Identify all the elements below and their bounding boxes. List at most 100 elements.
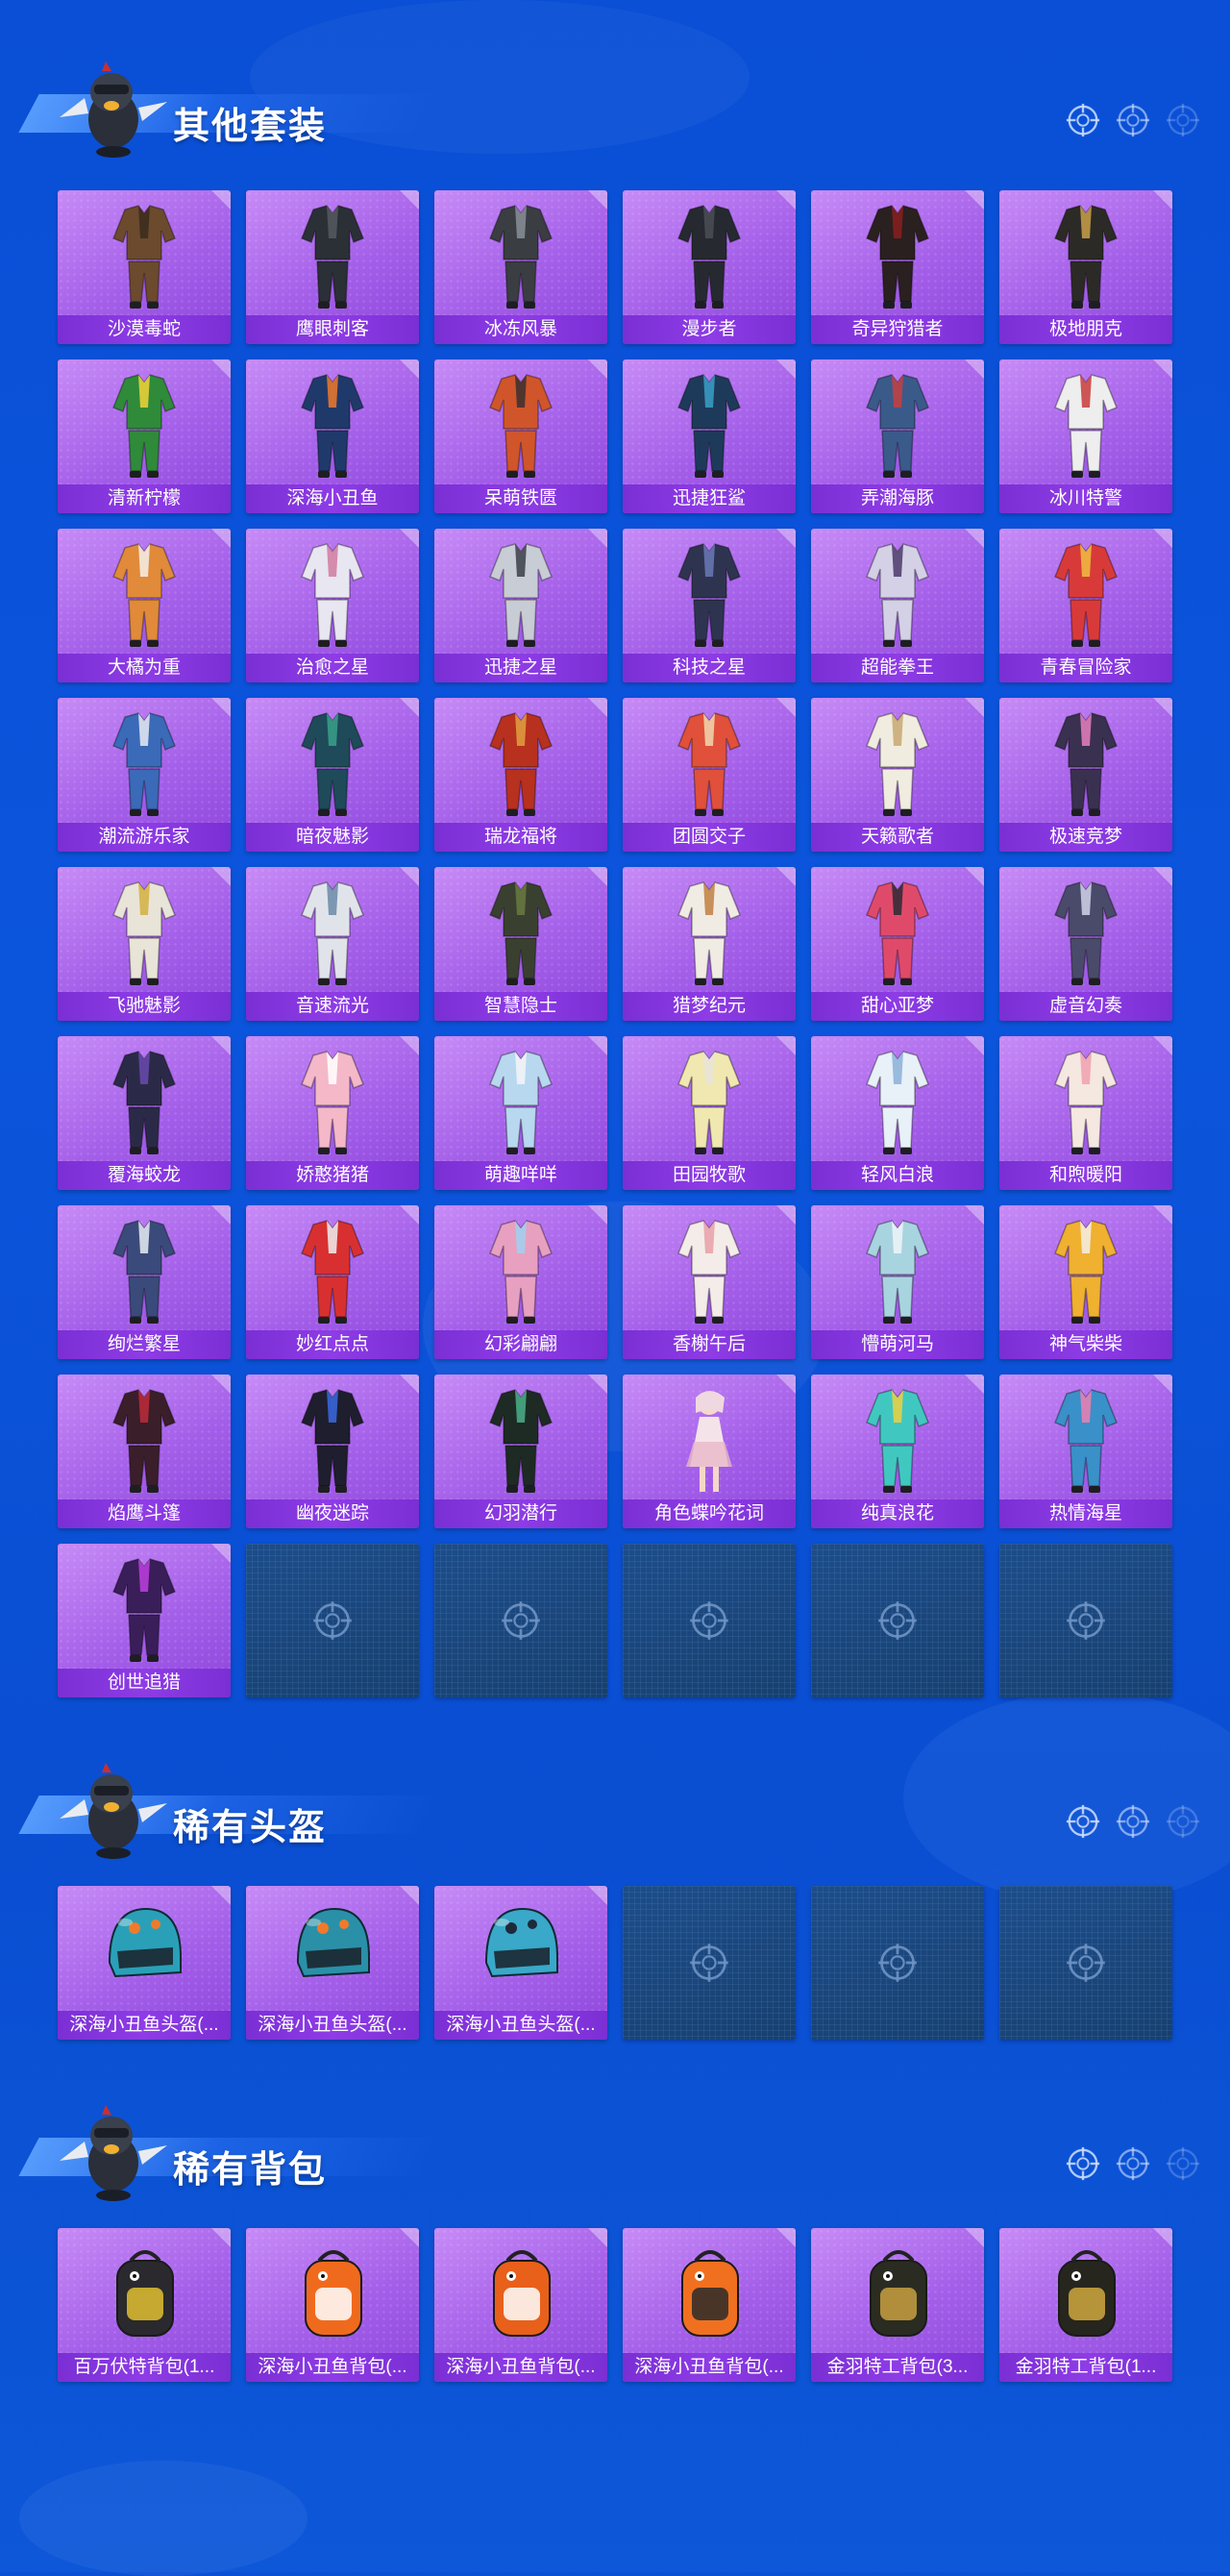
outfit-image (1038, 200, 1134, 313)
item-card[interactable]: 金羽特工背包(3... (811, 2228, 984, 2382)
item-card[interactable]: 香榭午后 (623, 1205, 796, 1359)
item-card[interactable]: 神气柴柴 (999, 1205, 1172, 1359)
item-card[interactable]: 虚音幻奏 (999, 867, 1172, 1021)
crosshair-target-icon (876, 1599, 919, 1642)
item-card[interactable]: 幻羽潜行 (434, 1375, 607, 1528)
item-card[interactable]: 热情海星 (999, 1375, 1172, 1528)
item-card[interactable]: 金羽特工背包(1... (999, 2228, 1172, 2382)
item-name: 深海小丑鱼头盔(... (58, 2011, 231, 2040)
crosshair-target-icon (1065, 2145, 1101, 2182)
item-card[interactable]: 绚烂繁星 (58, 1205, 231, 1359)
item-card[interactable]: 轻风白浪 (811, 1036, 984, 1190)
item-name: 清新柠檬 (58, 484, 231, 513)
item-card[interactable]: 幻彩翩翩 (434, 1205, 607, 1359)
item-card[interactable]: 青春冒险家 (999, 529, 1172, 682)
item-card[interactable]: 漫步者 (623, 190, 796, 344)
item-card[interactable]: 妙红点点 (246, 1205, 419, 1359)
card-corner-decoration (1153, 529, 1172, 548)
card-corner-decoration (965, 2228, 984, 2247)
backpack-image (96, 2238, 192, 2351)
item-card[interactable]: 音速流光 (246, 867, 419, 1021)
item-name: 奇异狩猎者 (811, 315, 984, 344)
backpack-grid: 百万伏特背包(1... 深海小丑鱼背包(... 深海小丑鱼背包(... 深海小丑鱼背包… (58, 2228, 1172, 2382)
item-card[interactable]: 深海小丑鱼头盔(... (58, 1886, 231, 2040)
item-card[interactable]: 猎梦纪元 (623, 867, 796, 1021)
item-card[interactable]: 鹰眼刺客 (246, 190, 419, 344)
item-name: 田园牧歌 (623, 1161, 796, 1190)
item-card[interactable]: 甜心亚梦 (811, 867, 984, 1021)
background-glow (19, 2461, 308, 2576)
card-corner-decoration (588, 359, 607, 379)
item-card[interactable]: 迅捷狂鲨 (623, 359, 796, 513)
item-name: 呆萌铁匮 (434, 484, 607, 513)
item-card[interactable]: 百万伏特背包(1... (58, 2228, 231, 2382)
chicken-mascot-icon (56, 2103, 171, 2209)
item-name: 妙红点点 (246, 1330, 419, 1359)
item-card[interactable]: 沙漠毒蛇 (58, 190, 231, 344)
item-name: 团圆交子 (623, 823, 796, 852)
outfit-image (1038, 538, 1134, 652)
card-corner-decoration (588, 1375, 607, 1394)
chicken-mascot-icon (56, 1761, 171, 1867)
card-corner-decoration (776, 190, 796, 210)
item-card[interactable]: 幽夜迷踪 (246, 1375, 419, 1528)
item-card[interactable]: 科技之星 (623, 529, 796, 682)
outfit-image (661, 200, 757, 313)
item-card[interactable]: 深海小丑鱼头盔(... (434, 1886, 607, 2040)
card-corner-decoration (400, 1205, 419, 1225)
item-card[interactable]: 大橘为重 (58, 529, 231, 682)
outfit-image (284, 369, 381, 483)
item-card[interactable]: 深海小丑鱼背包(... (246, 2228, 419, 2382)
item-card[interactable]: 纯真浪花 (811, 1375, 984, 1528)
item-card[interactable]: 娇憨猪猪 (246, 1036, 419, 1190)
outfit-image (96, 1046, 192, 1159)
item-card[interactable]: 深海小丑鱼 (246, 359, 419, 513)
item-name: 青春冒险家 (999, 654, 1172, 682)
outfit-image (473, 369, 569, 483)
item-card[interactable]: 深海小丑鱼背包(... (434, 2228, 607, 2382)
item-card[interactable]: 极地朋克 (999, 190, 1172, 344)
item-card[interactable]: 冰川特警 (999, 359, 1172, 513)
item-card[interactable]: 懵萌河马 (811, 1205, 984, 1359)
item-card[interactable]: 深海小丑鱼背包(... (623, 2228, 796, 2382)
item-name: 幻彩翩翩 (434, 1330, 607, 1359)
item-card[interactable]: 清新柠檬 (58, 359, 231, 513)
outfit-image (284, 1384, 381, 1498)
item-card[interactable]: 飞驰魅影 (58, 867, 231, 1021)
item-card[interactable]: 极速竞梦 (999, 698, 1172, 852)
item-card[interactable]: 瑞龙福将 (434, 698, 607, 852)
card-corner-decoration (211, 698, 231, 717)
card-corner-decoration (1153, 1205, 1172, 1225)
item-card[interactable]: 团圆交子 (623, 698, 796, 852)
item-card[interactable]: 深海小丑鱼头盔(... (246, 1886, 419, 2040)
item-card[interactable]: 奇异狩猎者 (811, 190, 984, 344)
item-name: 音速流光 (246, 992, 419, 1021)
item-card[interactable]: 暗夜魅影 (246, 698, 419, 852)
outfit-image (96, 707, 192, 821)
item-card[interactable]: 智慧隐士 (434, 867, 607, 1021)
item-card[interactable]: 覆海蛟龙 (58, 1036, 231, 1190)
item-card[interactable]: 天籁歌者 (811, 698, 984, 852)
item-name: 焰鹰斗篷 (58, 1499, 231, 1528)
item-card[interactable]: 角色蝶吟花词 (623, 1375, 796, 1528)
outfit-image (96, 877, 192, 990)
item-card[interactable]: 冰冻风暴 (434, 190, 607, 344)
header-decoration-icons (1065, 2145, 1201, 2182)
outfit-image (1038, 707, 1134, 821)
item-card[interactable]: 潮流游乐家 (58, 698, 231, 852)
item-card[interactable]: 弄潮海豚 (811, 359, 984, 513)
item-name: 金羽特工背包(1... (999, 2353, 1172, 2382)
outfit-image (661, 707, 757, 821)
item-card[interactable]: 萌趣咩咩 (434, 1036, 607, 1190)
item-card[interactable]: 治愈之星 (246, 529, 419, 682)
item-card[interactable]: 呆萌铁匮 (434, 359, 607, 513)
item-card[interactable]: 创世追猎 (58, 1544, 231, 1697)
item-card[interactable]: 田园牧歌 (623, 1036, 796, 1190)
item-card[interactable]: 迅捷之星 (434, 529, 607, 682)
section-header: 稀有头盔 (18, 1761, 1201, 1867)
item-card[interactable]: 和煦暖阳 (999, 1036, 1172, 1190)
item-card[interactable]: 焰鹰斗篷 (58, 1375, 231, 1528)
outfit-image (284, 200, 381, 313)
item-name: 绚烂繁星 (58, 1330, 231, 1359)
item-card[interactable]: 超能拳王 (811, 529, 984, 682)
